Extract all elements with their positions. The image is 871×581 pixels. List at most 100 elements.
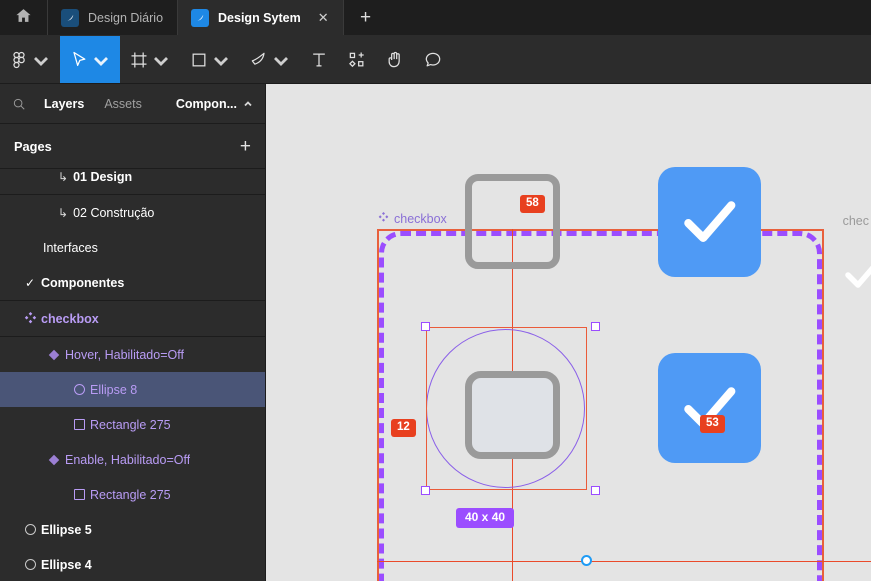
adjacent-frame-label: chec [842, 214, 869, 228]
child-arrow-icon: ↳ [58, 205, 69, 220]
child-arrow-icon: ↳ [58, 169, 69, 184]
toolbar [0, 36, 871, 84]
list-item-enable-habilitado-off[interactable]: Enable, Habilitado=Off [0, 442, 265, 477]
list-item-02-construcao[interactable]: ↳ 02 Construção [0, 195, 265, 230]
components-dropdown[interactable]: Compon... [176, 97, 253, 111]
layer-label: Ellipse 8 [90, 382, 138, 397]
layer-label: Rectangle 275 [90, 487, 171, 502]
list-item-rectangle-275-a[interactable]: Rectangle 275 [0, 407, 265, 442]
ellipse-icon [19, 524, 41, 535]
comment-icon [425, 52, 441, 66]
hand-icon [388, 51, 400, 67]
list-item-ellipse-5[interactable]: Ellipse 5 [0, 512, 265, 547]
radius-handle[interactable] [581, 555, 592, 566]
comment-tool-button[interactable] [414, 36, 452, 83]
rectangle-icon [68, 489, 90, 500]
resize-handle-top-left[interactable] [421, 322, 430, 331]
pen-tool-button[interactable] [240, 36, 300, 83]
list-item-01-design[interactable]: ↳ 01 Design [0, 169, 265, 194]
move-tool-button[interactable] [60, 36, 120, 83]
layer-label: checkbox [41, 311, 99, 326]
shape-tool-button[interactable] [180, 36, 240, 83]
rectangle-icon [68, 419, 90, 430]
tab-label: Design Diário [88, 10, 164, 25]
check-icon [684, 387, 736, 429]
figma-app-window: Design Diário Design Sytem ✕ + Layers As… [0, 0, 871, 581]
check-icon: ✓ [24, 275, 36, 290]
hand-tool-button[interactable] [376, 36, 414, 83]
pen-icon [251, 52, 265, 65]
check-icon [845, 265, 871, 288]
home-icon [15, 7, 32, 29]
measure-badge-53: 53 [700, 415, 725, 433]
chevron-down-icon [154, 56, 168, 66]
app-body: Layers Assets Compon... Pages + ↳ 01 Des… [0, 84, 871, 581]
chevron-down-icon [34, 56, 48, 66]
layer-label: Hover, Habilitado=Off [65, 347, 184, 362]
component-icon [19, 312, 41, 325]
list-item-rectangle-275-b[interactable]: Rectangle 275 [0, 477, 265, 512]
close-icon[interactable]: ✕ [318, 11, 329, 24]
check-icon [684, 201, 736, 243]
list-item-ellipse-4[interactable]: Ellipse 4 [0, 547, 265, 581]
list-item-checkbox[interactable]: checkbox [0, 301, 265, 336]
layer-list[interactable]: ↳ 01 Design ↳ 02 Construção Interfaces ✓ [0, 169, 265, 581]
chevron-down-icon [214, 56, 228, 66]
guide-horizontal-right [824, 561, 871, 562]
layer-label: Ellipse 5 [41, 522, 92, 537]
chevron-down-icon [274, 56, 288, 66]
layer-label: 01 Design [73, 169, 133, 184]
tab-bar: Design Diário Design Sytem ✕ + [0, 0, 871, 36]
resize-handle-bottom-right[interactable] [591, 486, 600, 495]
components-icon [349, 52, 364, 67]
resize-handle-bottom-left[interactable] [421, 486, 430, 495]
add-page-button[interactable]: + [240, 137, 251, 156]
figma-logo-icon [13, 51, 25, 68]
guide-horizontal [377, 561, 824, 562]
left-panel: Layers Assets Compon... Pages + ↳ 01 Des… [0, 84, 266, 581]
frame-label[interactable]: checkbox [378, 212, 447, 226]
frame-label-text: checkbox [394, 212, 447, 226]
cursor-icon [73, 51, 86, 66]
selection-size-badge: 40 x 40 [456, 508, 515, 529]
list-item-componentes[interactable]: ✓ Componentes [0, 265, 265, 300]
components-dropdown-label: Compon... [175, 96, 237, 111]
chevron-up-icon [244, 100, 252, 106]
design-canvas[interactable]: checkbox 58 12 40 x 40 53 chec [266, 84, 871, 581]
selection-bounding-box [426, 327, 587, 490]
search-icon[interactable] [12, 97, 34, 111]
checkbox-checked-bottom[interactable] [658, 353, 761, 463]
list-item-ellipse-8[interactable]: Ellipse 8 [0, 372, 265, 407]
figma-icon [61, 8, 79, 27]
rectangle-icon [192, 53, 206, 66]
layer-label: 02 Construção [73, 205, 155, 220]
layer-label: Enable, Habilitado=Off [65, 452, 191, 467]
panel-tab-row: Layers Assets Compon... [0, 84, 265, 124]
ellipse-icon [19, 559, 41, 570]
figma-menu-button[interactable] [0, 36, 60, 83]
layer-label: Interfaces [43, 240, 98, 255]
layer-label: Ellipse 4 [41, 557, 92, 572]
list-item-hover-habilitado-off[interactable]: Hover, Habilitado=Off [0, 337, 265, 372]
checkbox-unchecked-top[interactable] [465, 174, 560, 269]
add-tab-button[interactable]: + [344, 0, 388, 35]
list-item-interfaces[interactable]: Interfaces [0, 230, 265, 265]
components-tool-button[interactable] [338, 36, 376, 83]
text-icon [313, 53, 325, 66]
text-tool-button[interactable] [300, 36, 338, 83]
tab-design-sytem[interactable]: Design Sytem ✕ [178, 0, 344, 35]
frame-tool-button[interactable] [120, 36, 180, 83]
tab-assets[interactable]: Assets [94, 97, 152, 111]
measure-badge-12: 12 [391, 419, 416, 437]
figma-icon [191, 8, 210, 27]
variant-diamond-icon [43, 349, 65, 361]
checkbox-checked-top[interactable] [658, 167, 761, 277]
measure-badge-58: 58 [520, 195, 545, 213]
tab-layers[interactable]: Layers [34, 97, 94, 111]
resize-handle-top-right[interactable] [591, 322, 600, 331]
chevron-down-icon [94, 56, 108, 66]
home-button[interactable] [0, 0, 48, 35]
tab-design-diario[interactable]: Design Diário [48, 0, 179, 35]
component-icon [378, 212, 389, 226]
tab-label: Design Sytem [218, 10, 301, 25]
